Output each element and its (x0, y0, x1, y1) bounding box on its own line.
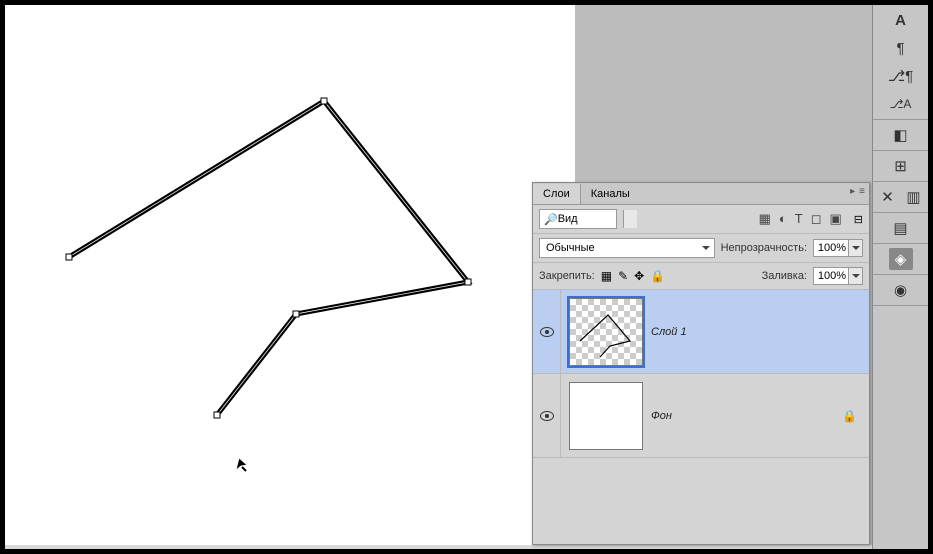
anchor-point[interactable] (465, 279, 471, 285)
lock-position-icon[interactable]: ✥ (634, 269, 644, 283)
anchor-point[interactable] (321, 98, 327, 104)
paragraph-styles-icon[interactable]: ⎇¶ (889, 65, 913, 87)
paragraph-panel-icon[interactable]: ¶ (889, 37, 913, 59)
filter-text-icon[interactable]: T (795, 211, 803, 227)
vector-path[interactable] (5, 5, 575, 545)
tools-preset-icon[interactable]: ✕ (877, 186, 899, 208)
filter-smart-icon[interactable]: ▣ (829, 211, 841, 227)
lock-icon: 🔒 (842, 409, 857, 423)
opacity-label: Непрозрачность: (721, 242, 807, 254)
brushes-panel-icon[interactable]: ▥ (903, 186, 925, 208)
collapse-icon[interactable]: ▸ (850, 186, 855, 197)
fill-label: Заливка: (762, 270, 807, 282)
app-window: Слои Каналы ▸ ≡ 🔎 ▦ ◐ T ◻ ▣ ⊟ (5, 5, 928, 549)
filter-shape-icon[interactable]: ◻ (811, 211, 822, 227)
blend-mode-select[interactable]: Обычные (539, 238, 715, 258)
character-panel-icon[interactable]: A (889, 9, 913, 31)
layer-thumbnail[interactable] (569, 382, 643, 450)
tab-channels[interactable]: Каналы (581, 184, 640, 204)
layer-filter-select[interactable]: 🔎 (539, 209, 617, 229)
filter-dropdown-button[interactable] (623, 210, 637, 228)
lock-label: Закрепить: (539, 270, 595, 282)
layers-panel-icon[interactable]: ◈ (889, 248, 913, 270)
layer-row[interactable]: Слой 1 (533, 290, 869, 374)
filter-adjustment-icon[interactable]: ◐ (779, 211, 787, 227)
blend-row: Обычные Непрозрачность: (533, 234, 869, 263)
panel-menu-icon[interactable]: ≡ (859, 186, 865, 197)
visibility-toggle-icon[interactable] (540, 327, 554, 337)
tab-layers[interactable]: Слои (533, 184, 581, 204)
right-sidebar: A ¶ ⎇¶ ⎇A ◧ ⊞ ✕ ▥ ▤ ◈ ◉ (872, 5, 928, 549)
filter-icons: ▦ ◐ T ◻ ▣ (759, 211, 842, 227)
anchor-point[interactable] (293, 311, 299, 317)
mesh-panel-icon[interactable]: ⊞ (889, 155, 913, 177)
blend-mode-value: Обычные (546, 242, 595, 254)
filter-row: 🔎 ▦ ◐ T ◻ ▣ ⊟ (533, 205, 869, 234)
layers-panel: Слои Каналы ▸ ≡ 🔎 ▦ ◐ T ◻ ▣ ⊟ (532, 182, 870, 545)
fill-dropdown-button[interactable] (848, 268, 862, 284)
layer-row[interactable]: Фон 🔒 (533, 374, 869, 458)
lock-transparency-icon[interactable]: ▦ (601, 269, 612, 283)
lock-pixels-icon[interactable]: ✎ (618, 269, 628, 283)
anchor-point[interactable] (66, 254, 72, 260)
opacity-dropdown-button[interactable] (848, 240, 862, 256)
anchor-point[interactable] (214, 412, 220, 418)
fill-input[interactable] (814, 268, 848, 284)
panel-tabs: Слои Каналы ▸ ≡ (533, 183, 869, 205)
lock-icons: ▦ ✎ ✥ 🔒 (601, 269, 665, 283)
visibility-toggle-icon[interactable] (540, 411, 554, 421)
lock-all-icon[interactable]: 🔒 (650, 269, 665, 283)
swatches-panel-icon[interactable]: ▤ (889, 217, 913, 239)
color-wheel-icon[interactable]: ◉ (889, 279, 913, 301)
opacity-input[interactable] (814, 240, 848, 256)
layer-name[interactable]: Слой 1 (651, 326, 687, 338)
filter-pixel-icon[interactable]: ▦ (759, 211, 771, 227)
3d-panel-icon[interactable]: ◧ (889, 124, 913, 146)
filter-toggle-icon[interactable]: ⊟ (854, 213, 863, 226)
layer-thumbnail[interactable] (569, 298, 643, 366)
character-styles-icon[interactable]: ⎇A (889, 93, 913, 115)
filter-type-input[interactable] (558, 213, 600, 225)
lock-row: Закрепить: ▦ ✎ ✥ 🔒 Заливка: (533, 263, 869, 290)
canvas[interactable] (5, 5, 575, 545)
fill-input-group (813, 267, 863, 285)
layer-name[interactable]: Фон (651, 410, 672, 422)
search-icon: 🔎 (544, 213, 558, 226)
opacity-input-group (813, 239, 863, 257)
layer-list: Слой 1 Фон 🔒 (533, 290, 869, 458)
